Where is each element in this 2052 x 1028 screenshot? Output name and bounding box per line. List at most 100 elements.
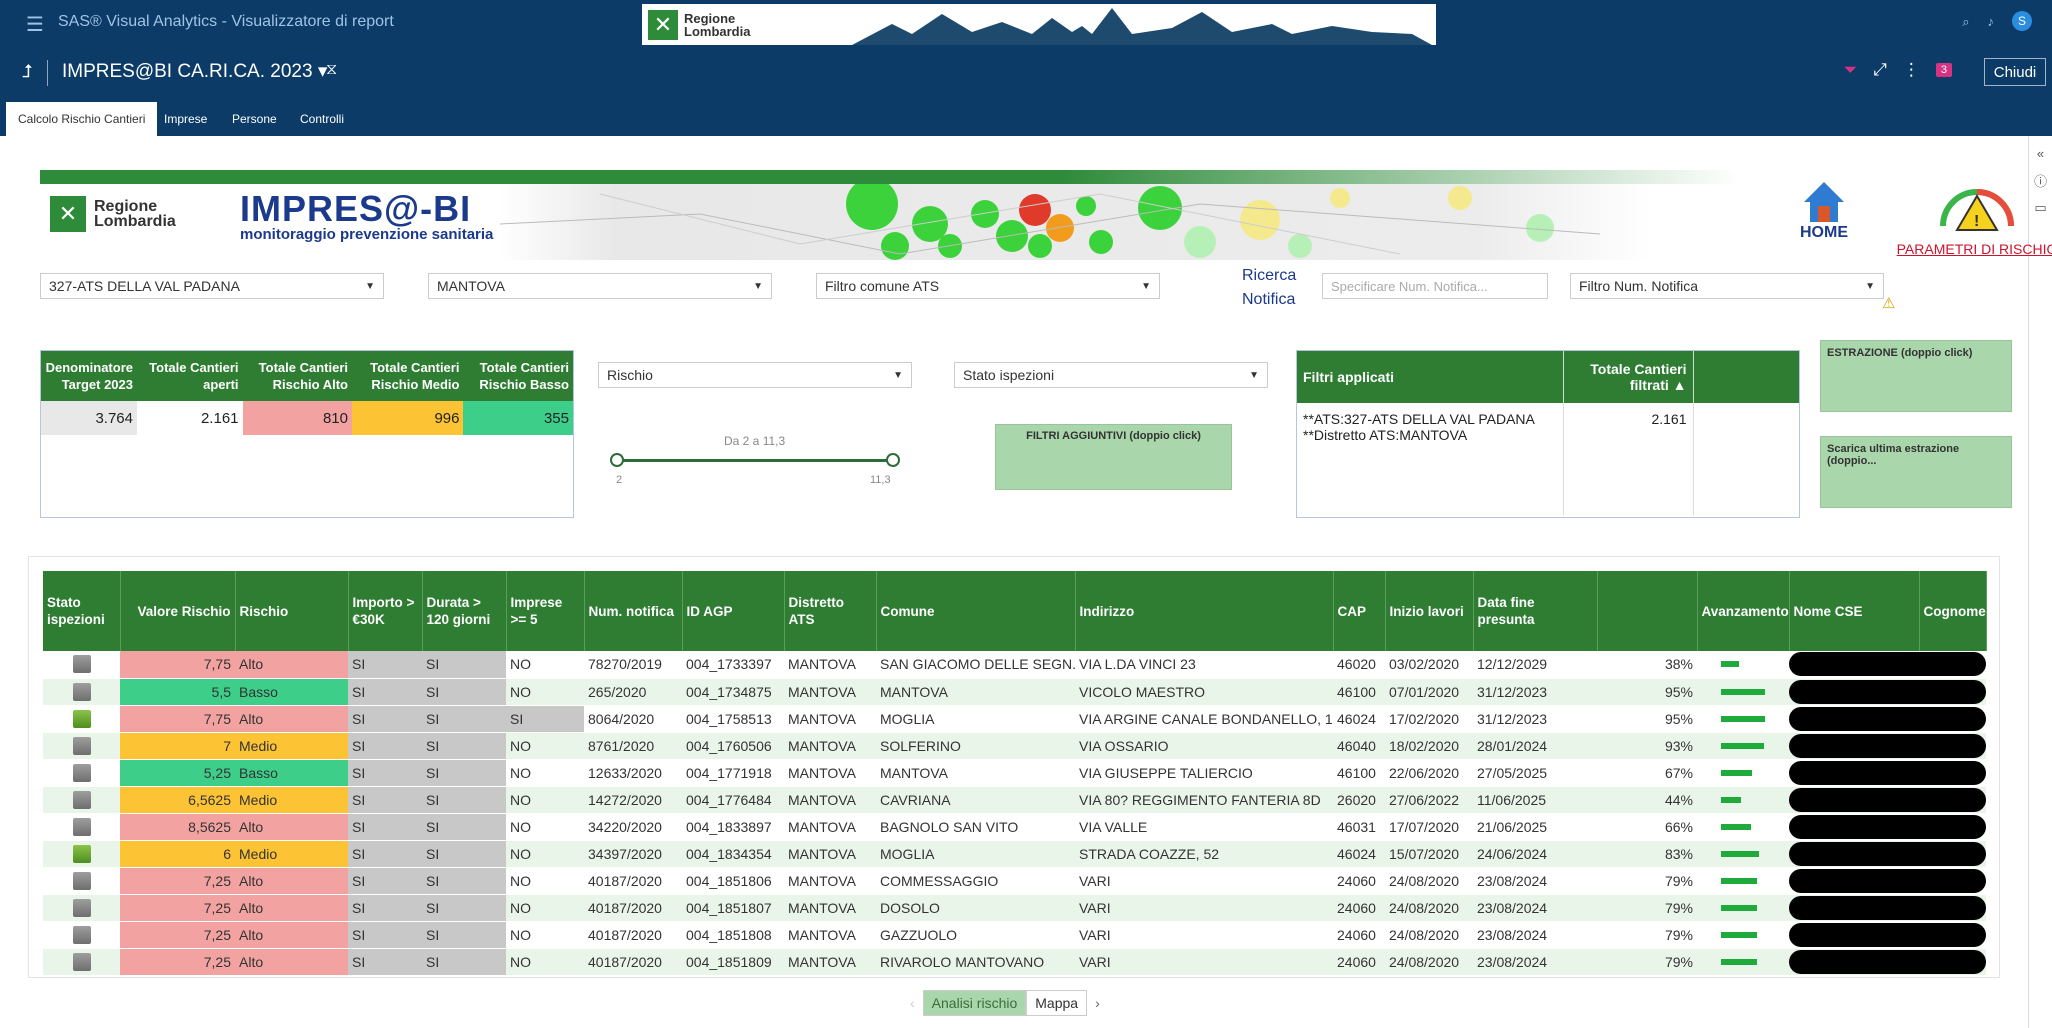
inspection-status-icon [72,817,91,836]
share-icon[interactable]: ⮥ [22,61,33,82]
table-row[interactable]: 5,5 Basso SI SI NO 265/2020 004_1734875 MANTOVA… [43,678,1986,706]
table-cell: SI [348,786,422,814]
table-cell: 79% [1597,894,1697,922]
slider-min-handle[interactable] [610,453,624,467]
column-header[interactable]: Durata > 120 giorni [422,571,507,651]
num-notifica-input[interactable]: Specificare Num. Notifica... [1322,273,1548,299]
kpi-header[interactable]: Totale Cantieri aperti [136,351,243,401]
search-icon[interactable]: ⌕ [1962,14,1969,31]
next-page-icon[interactable]: › [1095,995,1100,1011]
collapse-icon[interactable]: « [2029,146,2052,161]
region-logo-large: ✕ Regione Lombardia [50,196,176,232]
page-tab-mappa[interactable]: Mappa [1026,990,1088,1016]
table-cell: 24060 [1333,948,1385,976]
kpi-header[interactable]: Totale Cantieri Rischio Alto [242,351,352,401]
column-header[interactable]: ID AGP [682,571,785,651]
table-cell: SI [348,705,422,733]
table-row[interactable]: 8,5625 Alto SI SI NO 34220/2020 004_1833897 MAN… [43,813,1986,841]
rischio-dropdown[interactable]: Rischio ▼ [598,362,912,388]
stato-ispezioni-dropdown[interactable]: Stato ispezioni ▼ [954,362,1268,388]
table-cell: VIA GIUSEPPE TALIERCIO [1075,759,1333,787]
column-header[interactable]: Imprese >= 5 [506,571,585,651]
table-cell: MANTOVA [784,786,876,814]
filter-icon[interactable]: ⧖ [326,61,337,79]
table-row[interactable]: 7,25 Alto SI SI NO 40187/2020 004_1851809 MANTO… [43,948,1986,976]
column-header[interactable]: Data fine presunta [1473,571,1598,651]
tab-controlli[interactable]: Controlli [288,102,356,136]
distretto-dropdown[interactable]: MANTOVA ▼ [428,273,772,299]
scarica-estrazione-button[interactable]: Scarica ultima estrazione (doppio... [1820,436,2012,508]
chevron-down-icon: ▼ [1249,369,1259,381]
header-region-line1: Regione [94,198,158,215]
table-row[interactable]: 7,75 Alto SI SI SI 8064/2020 004_1758513 MANTOV… [43,705,1986,733]
redacted-cell [1919,840,1986,868]
kpi-header[interactable]: Totale Cantieri Rischio Basso [463,351,573,401]
table-cell: MANTOVA [784,732,876,760]
progress-cell [1697,786,1789,814]
column-header[interactable]: Cognome [1919,571,1987,651]
column-header[interactable]: Importo > €30K [348,571,423,651]
column-header[interactable]: Comune [876,571,1076,651]
filtered-total-header[interactable]: Totale Cantieri filtrati ▲ [1563,351,1694,403]
column-header[interactable]: Stato ispezioni [43,571,121,651]
column-header[interactable] [1597,571,1698,651]
table-cell: 23/08/2024 [1473,921,1597,949]
column-header[interactable]: Nome CSE [1789,571,1920,651]
tab-calcolo-rischio[interactable]: Calcolo Rischio Cantieri [6,102,158,136]
slider-track[interactable] [616,459,892,462]
column-header[interactable]: Valore Rischio [120,571,236,651]
kpi-header[interactable]: Totale Cantieri Rischio Medio [352,351,464,401]
comune-dropdown[interactable]: Filtro comune ATS ▼ [816,273,1160,299]
table-cell: 12/12/2029 [1473,651,1597,679]
slider-max-handle[interactable] [886,453,900,467]
table-row[interactable]: 7,75 Alto SI SI NO 78270/2019 004_1733397 MANTO… [43,651,1986,679]
table-row[interactable]: 7,25 Alto SI SI NO 40187/2020 004_1851808 MANTO… [43,921,1986,949]
table-row[interactable]: 6,5625 Medio SI SI NO 14272/2020 004_1776484 MA… [43,786,1986,814]
table-row[interactable]: 5,25 Basso SI SI NO 12633/2020 004_1771918 MANT… [43,759,1986,787]
rischio-range-slider[interactable]: Da 2 a 11,3 2 11,3 [602,430,902,490]
prev-page-icon[interactable]: ‹ [910,995,915,1011]
close-button[interactable]: Chiudi [1984,58,2046,86]
report-name[interactable]: IMPRES@BI CA.RI.CA. 2023 ▾ [62,60,327,83]
column-header[interactable]: Distretto ATS [784,571,877,651]
filtri-aggiuntivi-button[interactable]: FILTRI AGGIUNTIVI (doppio click) [995,424,1232,490]
home-button[interactable]: HOME [1800,180,1848,242]
notifications-icon[interactable]: ♪ [1988,14,1995,31]
filter-count-badge[interactable]: 3 [1935,63,1952,77]
table-cell: 24/08/2020 [1385,921,1473,949]
chevron-down-icon: ▼ [1865,280,1875,292]
table-row[interactable]: 7,25 Alto SI SI NO 40187/2020 004_1851806 MANTO… [43,867,1986,895]
column-header[interactable]: Rischio [235,571,349,651]
ats-dropdown[interactable]: 327-ATS DELLA VAL PADANA ▼ [40,273,384,299]
active-filter-icon[interactable]: ⏷ [1844,60,1858,80]
column-header[interactable]: Indirizzo [1075,571,1334,651]
page-tab-analisi[interactable]: Analisi rischio [922,990,1027,1016]
column-header[interactable]: Num. notifica [584,571,683,651]
progress-cell [1697,651,1789,679]
column-header[interactable]: Avanzamento [1697,571,1790,651]
page-navigator: ‹ Analisi rischio Mappa › [910,990,1100,1016]
kpi-header[interactable]: Denominatore Target 2023 [41,351,137,401]
estrazione-button[interactable]: ESTRAZIONE (doppio click) [1820,340,2012,412]
table-row[interactable]: 7,25 Alto SI SI NO 40187/2020 004_1851807 MANTO… [43,894,1986,922]
more-icon[interactable]: ⋮ [1903,60,1920,80]
fullscreen-icon[interactable]: ⤢ [1873,60,1887,80]
user-avatar[interactable]: S [2012,11,2032,31]
table-cell: Medio [235,840,348,868]
status-cell [43,705,120,733]
table-row[interactable]: 7 Medio SI SI NO 8761/2020 004_1760506 MANTOVA S… [43,732,1986,760]
column-header[interactable]: Inizio lavori [1385,571,1474,651]
risk-params-link[interactable]: ! PARAMETRI DI RISCHIO [1892,178,2052,257]
table-row[interactable]: 6 Medio SI SI NO 34397/2020 004_1834354 MANTOVA… [43,840,1986,868]
applied-filters-header[interactable]: Filtri applicati [1297,351,1564,403]
num-notifica-dropdown[interactable]: Filtro Num. Notifica ▼ [1570,273,1884,299]
progress-cell [1697,948,1789,976]
hamburger-menu-icon[interactable]: ☰ [26,12,44,37]
tab-persone[interactable]: Persone [220,102,289,136]
column-header[interactable]: CAP [1333,571,1386,651]
table-cell: VARI [1075,867,1333,895]
tab-imprese[interactable]: Imprese [152,102,219,136]
table-cell: 34397/2020 [584,840,682,868]
table-cell: NO [506,921,584,949]
table-cell: 93% [1597,732,1697,760]
